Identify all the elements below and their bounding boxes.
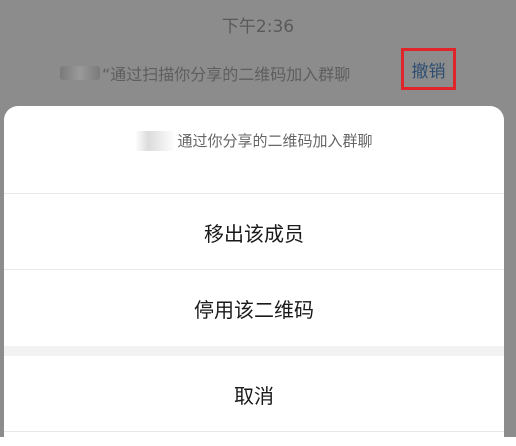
section-separator [4,346,504,356]
remove-member-button[interactable]: 移出该成员 [4,218,504,247]
divider [4,193,504,194]
action-sheet: 通过你分享的二维码加入群聊 移出该成员 停用该二维码 取消 [4,106,504,446]
blurred-username [60,66,100,80]
action-sheet-description: 通过你分享的二维码加入群聊 [4,130,504,151]
message-timestamp: 下午2:36 [221,17,295,37]
system-notice: “通过扫描你分享的二维码加入群聊 [60,58,350,88]
action-sheet-description-text: 通过你分享的二维码加入群聊 [177,132,373,150]
divider [4,431,504,432]
highlight-box: 撤销 [401,48,456,90]
cancel-button[interactable]: 取消 [4,380,504,409]
blurred-username [135,130,176,151]
revoke-link[interactable]: 撤销 [412,57,446,82]
divider [4,269,504,270]
system-notice-text: “通过扫描你分享的二维码加入群聊 [102,65,351,84]
disable-qr-code-button[interactable]: 停用该二维码 [4,294,504,323]
